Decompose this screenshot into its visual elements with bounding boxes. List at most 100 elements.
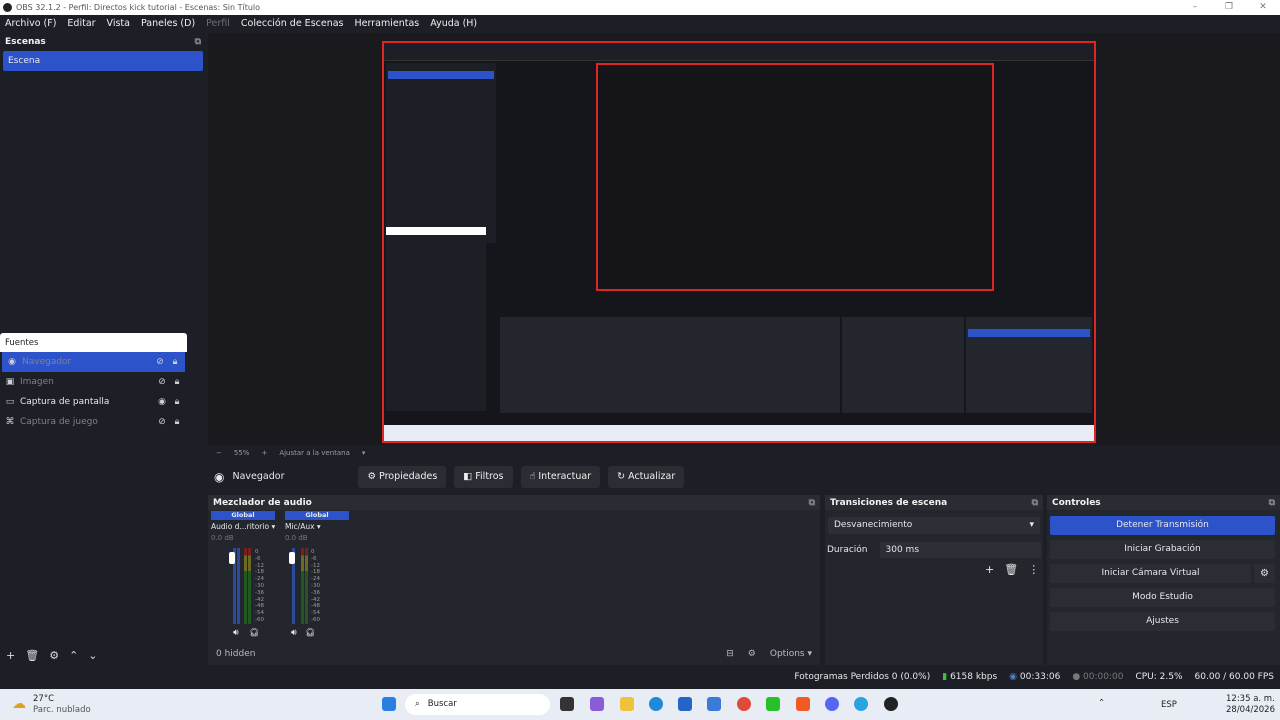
more-options-icon[interactable]: ⋮ (1028, 563, 1039, 576)
layout-icon[interactable]: ⊟ (726, 649, 734, 659)
menu-archivo[interactable]: Archivo (F) (5, 18, 56, 29)
mixer-title: Mezclador de audio (213, 497, 312, 508)
channel-name-text: Mic/Aux (285, 522, 315, 531)
speaker-icon[interactable]: 🔊︎ (233, 628, 239, 638)
channel-name[interactable]: Mic/Aux ▾ (285, 522, 349, 531)
eye-hidden-icon[interactable]: ⊘ (155, 357, 165, 367)
chevron-down-icon[interactable]: ▾ (362, 449, 366, 457)
channel-name[interactable]: Audio d...ritorio ▾ (211, 522, 275, 531)
weather-temp[interactable]: 27°C (33, 694, 54, 704)
store-icon[interactable] (678, 697, 692, 711)
undock-icon[interactable]: ⧉ (1269, 498, 1275, 508)
transition-select[interactable]: Desvanecimiento ▾ (828, 517, 1040, 534)
remove-source-button[interactable]: 🗑︎ (25, 649, 39, 662)
nested-transitions (842, 317, 964, 413)
eye-hidden-icon[interactable]: ⊘ (157, 377, 167, 387)
weather-desc[interactable]: Parc. nublado (33, 705, 91, 715)
level-meter (248, 548, 251, 624)
close-button[interactable]: ✕ (1246, 0, 1280, 15)
stop-streaming-button[interactable]: Detener Transmisión (1050, 516, 1275, 535)
source-label: Imagen (20, 377, 54, 387)
lang-indicator[interactable]: ESP (1161, 700, 1177, 710)
sources-header: Fuentes (0, 333, 187, 352)
menu-paneles[interactable]: Paneles (D) (141, 18, 195, 29)
maximize-button[interactable]: ❐ (1212, 0, 1246, 15)
lock-icon[interactable]: 🔒︎ (172, 377, 182, 387)
chrome-icon[interactable] (737, 697, 751, 711)
program-frame[interactable] (382, 41, 1096, 443)
eye-hidden-icon[interactable]: ⊘ (157, 417, 167, 427)
tray-chevron-icon[interactable]: ⌃ (1098, 698, 1105, 708)
edge-icon[interactable] (649, 697, 663, 711)
menu-perfil[interactable]: Perfil (206, 18, 230, 29)
eye-icon[interactable]: ◉ (157, 397, 167, 407)
fit-window-select[interactable]: Ajustar a la ventana (279, 449, 350, 457)
weather-icon[interactable]: ☁ (12, 696, 26, 712)
menu-editar[interactable]: Editar (67, 18, 95, 29)
level-meter (244, 548, 247, 624)
advanced-audio-icon[interactable]: ⚙ (748, 649, 756, 659)
transitions-title: Transiciones de escena (830, 497, 948, 508)
options-button[interactable]: Options ▾ (770, 649, 812, 659)
brave-icon[interactable] (796, 697, 810, 711)
record-time-value: 00:00:00 (1083, 672, 1124, 682)
properties-button[interactable]: ⚙ Propiedades (358, 465, 447, 488)
zoom-in-button[interactable]: + (261, 449, 267, 457)
speaker-icon[interactable]: 🔊︎ (291, 628, 297, 638)
telegram-icon[interactable] (854, 697, 868, 711)
menu-herramientas[interactable]: Herramientas (355, 18, 420, 29)
clock-time[interactable]: 12:35 a. m. (1226, 694, 1275, 704)
obs-taskbar-icon[interactable] (884, 697, 898, 711)
scenes-title: Escenas (5, 37, 46, 47)
outlook-icon[interactable] (707, 697, 721, 711)
discord-icon[interactable] (825, 697, 839, 711)
zoom-level: 55% (233, 449, 250, 457)
refresh-label: Actualizar (628, 471, 676, 482)
source-row-captura-pantalla[interactable]: ▭ Captura de pantalla ◉ 🔒︎ (0, 392, 187, 412)
search-box[interactable]: ⌕ Buscar (405, 694, 550, 715)
source-row-imagen[interactable]: ▣ Imagen ⊘ 🔒︎ (0, 372, 187, 392)
monitor-headphone-icon[interactable]: 🎧︎ (305, 628, 315, 637)
minimize-button[interactable]: – (1178, 0, 1212, 15)
zoom-out-button[interactable]: − (216, 449, 222, 457)
start-virtual-camera-button[interactable]: Iniciar Cámara Virtual (1050, 564, 1251, 583)
monitor-headphone-icon[interactable]: 🎧︎ (249, 628, 259, 637)
menu-ayuda[interactable]: Ayuda (H) (430, 18, 477, 29)
lock-icon[interactable]: 🔒︎ (172, 417, 182, 427)
copilot-icon[interactable] (590, 697, 604, 711)
start-recording-button[interactable]: Iniciar Grabación (1050, 540, 1275, 559)
preview-canvas[interactable] (208, 33, 1280, 445)
studio-mode-button[interactable]: Modo Estudio (1050, 588, 1275, 607)
undock-icon[interactable]: ⧉ (1032, 498, 1038, 508)
task-view-icon[interactable] (560, 697, 574, 711)
lock-icon[interactable]: 🔒︎ (170, 357, 180, 367)
kick-icon[interactable] (766, 697, 780, 711)
move-down-button[interactable]: ⌄ (88, 649, 97, 662)
refresh-button[interactable]: ↻ Actualizar (608, 465, 685, 488)
undock-icon[interactable]: ⧉ (809, 498, 815, 508)
clock-date[interactable]: 28/04/2026 (1226, 705, 1275, 715)
interact-button[interactable]: ☝ Interactuar (520, 465, 601, 488)
lock-icon[interactable]: 🔒︎ (172, 397, 182, 407)
volume-fader[interactable] (289, 552, 295, 564)
scene-item[interactable]: Escena (3, 51, 203, 71)
channel-badge: Global (211, 511, 275, 520)
volume-fader[interactable] (229, 552, 235, 564)
start-button[interactable] (382, 697, 396, 711)
add-transition-button[interactable]: + (985, 563, 994, 576)
virtual-camera-settings-icon[interactable]: ⚙ (1254, 564, 1275, 583)
source-row-captura-juego[interactable]: ⌘ Captura de juego ⊘ 🔒︎ (0, 412, 187, 432)
menu-vista[interactable]: Vista (107, 18, 130, 29)
undock-icon[interactable]: ⧉ (195, 37, 201, 47)
remove-transition-button[interactable]: 🗑︎ (1004, 563, 1018, 576)
add-source-button[interactable]: + (6, 649, 15, 662)
settings-button[interactable]: Ajustes (1050, 612, 1275, 631)
filters-button[interactable]: ◧ Filtros (454, 465, 513, 488)
signal-icon: ▮ (942, 672, 948, 682)
menu-coleccion[interactable]: Colección de Escenas (241, 18, 344, 29)
source-settings-button[interactable]: ⚙ (49, 649, 59, 662)
file-explorer-icon[interactable] (620, 697, 634, 711)
source-row-navegador[interactable]: ◉ Navegador ⊘ 🔒︎ (2, 352, 185, 372)
duration-input[interactable]: 300 ms (879, 542, 1041, 558)
move-up-button[interactable]: ⌃ (69, 649, 78, 662)
